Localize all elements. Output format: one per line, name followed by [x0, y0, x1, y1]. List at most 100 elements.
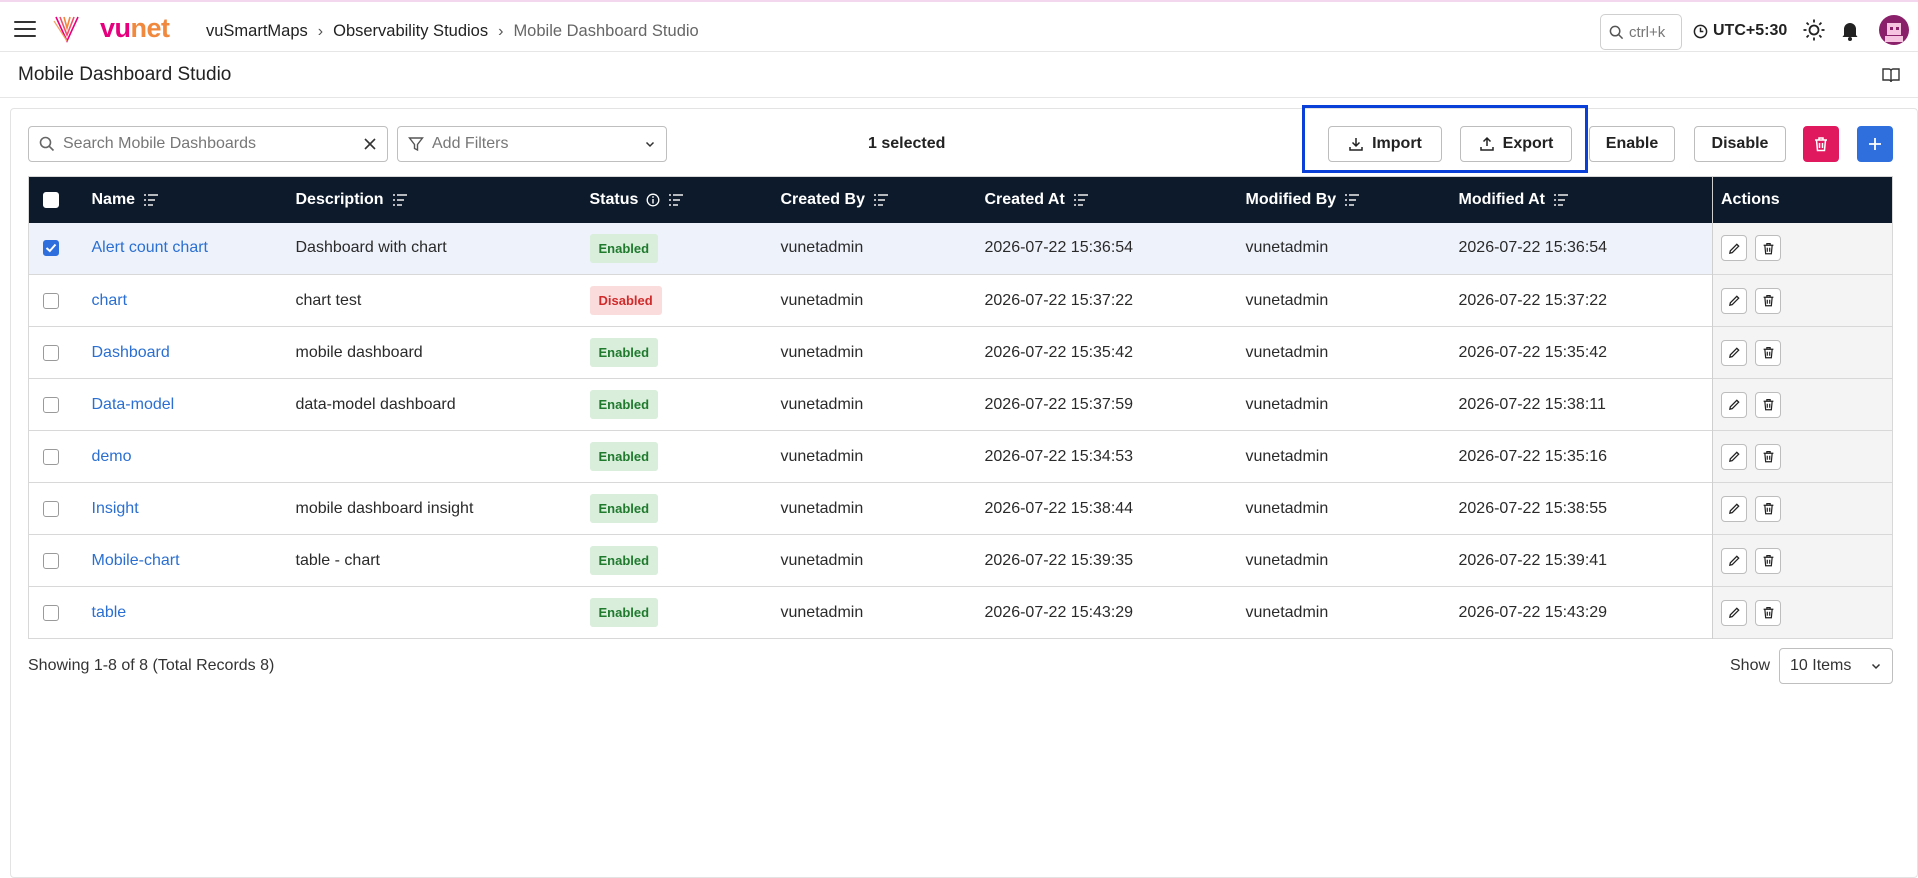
table-row[interactable]: chart chart test Disabled vunetadmin 2026-07… [28, 274, 1893, 327]
vunet-logo-text: vunet [100, 13, 170, 43]
delete-button[interactable] [1755, 235, 1781, 262]
table-row[interactable]: Data-model data-model dashboard Enabled vun… [28, 378, 1893, 431]
delete-button[interactable] [1755, 391, 1781, 418]
sort-list-icon[interactable] [1073, 193, 1089, 207]
search-dashboards-input[interactable] [63, 135, 355, 153]
row-checkbox[interactable] [43, 552, 59, 569]
disable-button[interactable]: Disable [1694, 126, 1786, 162]
status-badge: Enabled [589, 390, 659, 419]
delete-button[interactable] [1755, 547, 1781, 574]
row-checkbox[interactable] [43, 344, 59, 361]
column-header-name[interactable]: Name [92, 191, 136, 209]
sort-list-icon[interactable] [392, 193, 408, 207]
edit-button[interactable] [1721, 547, 1747, 574]
edit-button[interactable] [1721, 599, 1747, 626]
created-by: vunetadmin [780, 551, 864, 569]
table-row[interactable]: Alert count chart Dashboard with chart Ena… [28, 222, 1893, 275]
bulk-delete-button[interactable] [1803, 126, 1839, 162]
user-avatar[interactable] [1879, 15, 1909, 45]
row-checkbox[interactable] [43, 240, 59, 257]
sort-list-icon[interactable] [873, 193, 889, 207]
dashboard-name-link[interactable]: Data-model [92, 379, 296, 431]
created-by: vunetadmin [780, 447, 864, 465]
sort-list-icon[interactable] [1344, 193, 1360, 207]
documentation-book-icon[interactable] [1882, 66, 1900, 84]
enable-button[interactable]: Enable [1589, 126, 1675, 162]
row-checkbox[interactable] [43, 500, 59, 517]
delete-button[interactable] [1755, 599, 1781, 626]
search-dashboards-field[interactable] [28, 126, 388, 162]
info-icon[interactable] [646, 193, 660, 207]
dashboard-name-link[interactable]: chart [92, 275, 296, 327]
hamburger-menu-icon[interactable] [14, 21, 36, 37]
column-header-status[interactable]: Status [590, 191, 639, 209]
row-checkbox[interactable] [43, 448, 59, 465]
status-badge: Enabled [589, 442, 659, 471]
download-icon [1349, 138, 1363, 151]
notification-bell-icon[interactable] [1838, 18, 1862, 42]
edit-button[interactable] [1721, 339, 1747, 366]
edit-button[interactable] [1721, 287, 1747, 314]
dashboard-name-link[interactable]: demo [92, 431, 296, 483]
created-at: 2026-07-22 15:34:53 [984, 447, 1134, 465]
dashboard-description: mobile dashboard insight [295, 499, 474, 517]
delete-button[interactable] [1755, 287, 1781, 314]
modified-by: vunetadmin [1245, 499, 1329, 517]
column-header-created-at[interactable]: Created At [985, 191, 1065, 209]
dashboard-name-link[interactable]: Alert count chart [92, 223, 296, 275]
row-checkbox[interactable] [43, 604, 59, 621]
column-header-actions: Actions [1721, 190, 1780, 208]
edit-button[interactable] [1721, 443, 1747, 470]
dashboard-name-link[interactable]: Dashboard [92, 327, 296, 379]
dashboard-description [296, 431, 590, 483]
add-filters-dropdown[interactable]: Add Filters [397, 126, 667, 162]
trash-icon [1763, 607, 1773, 619]
row-checkbox[interactable] [43, 292, 59, 309]
table-row[interactable]: Mobile-chart table - chart Enabled vunetadm… [28, 534, 1893, 587]
delete-button[interactable] [1755, 339, 1781, 366]
trash-icon [1763, 399, 1773, 411]
edit-pencil-icon [1728, 295, 1740, 306]
sort-list-icon[interactable] [668, 193, 684, 207]
created-by: vunetadmin [780, 395, 864, 413]
edit-pencil-icon [1728, 451, 1740, 462]
status-badge: Enabled [589, 338, 659, 367]
edit-button[interactable] [1721, 495, 1747, 522]
plus-icon [1869, 138, 1881, 150]
upload-icon [1479, 136, 1494, 151]
row-checkbox[interactable] [43, 396, 59, 413]
timezone-selector[interactable]: UTC+5:30 [1693, 22, 1787, 40]
edit-button[interactable] [1721, 235, 1747, 262]
clear-search-close-icon[interactable] [363, 137, 377, 151]
chevron-down-icon [645, 141, 655, 148]
select-all-checkbox[interactable] [43, 191, 59, 208]
table-row[interactable]: demo Enabled vunetadmin 2026-07-22 15:34:53… [28, 430, 1893, 483]
column-header-created-by[interactable]: Created By [781, 191, 865, 209]
table-row[interactable]: Dashboard mobile dashboard Enabled vunetadm… [28, 326, 1893, 379]
page-size-select[interactable]: 10 Items [1779, 648, 1893, 684]
table-row[interactable]: Insight mobile dashboard insight Enabled vu… [28, 482, 1893, 535]
export-button[interactable]: Export [1460, 126, 1572, 162]
created-by: vunetadmin [780, 239, 864, 257]
modified-at: 2026-07-22 15:37:22 [1458, 291, 1608, 309]
column-header-modified-by[interactable]: Modified By [1246, 191, 1337, 209]
status-badge: Enabled [589, 546, 659, 575]
breadcrumb-observability-studios[interactable]: Observability Studios [333, 22, 488, 41]
global-search-button[interactable]: ctrl+k [1600, 14, 1682, 50]
status-badge: Enabled [589, 233, 659, 263]
table-row[interactable]: table Enabled vunetadmin 2026-07-22 15:43:2… [28, 586, 1893, 639]
sort-list-icon[interactable] [143, 193, 159, 207]
theme-toggle-sun-icon[interactable] [1802, 18, 1826, 42]
dashboard-name-link[interactable]: table [92, 587, 296, 639]
column-header-description[interactable]: Description [296, 191, 384, 209]
breadcrumb-vusmartmaps[interactable]: vuSmartMaps [206, 22, 308, 41]
delete-button[interactable] [1755, 495, 1781, 522]
add-dashboard-button[interactable] [1857, 126, 1893, 162]
import-button[interactable]: Import [1328, 126, 1442, 162]
edit-button[interactable] [1721, 391, 1747, 418]
dashboard-name-link[interactable]: Mobile-chart [92, 535, 296, 587]
dashboard-name-link[interactable]: Insight [92, 483, 296, 535]
column-header-modified-at[interactable]: Modified At [1459, 191, 1546, 209]
sort-list-icon[interactable] [1553, 193, 1569, 207]
delete-button[interactable] [1755, 443, 1781, 470]
